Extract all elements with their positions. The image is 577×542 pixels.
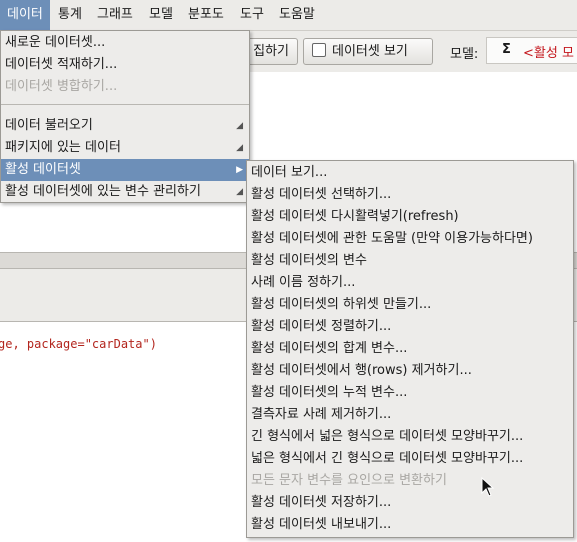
menu-separator: [1, 104, 249, 105]
magnifier-icon: [312, 43, 326, 57]
view-dataset-button[interactable]: 데이터셋 보기: [303, 38, 433, 65]
submenu-item-label: 데이터 보기...: [251, 165, 328, 180]
submenu-item-subset-dataset[interactable]: 활성 데이터셋의 하위셋 만들기...: [247, 294, 573, 316]
model-value: <활성 모: [523, 46, 574, 61]
menu-help[interactable]: 도움말: [272, 0, 322, 30]
submenu-item-label: 활성 데이터셋 내보내기...: [251, 517, 392, 532]
submenu-item-dataset-variables[interactable]: 활성 데이터셋의 변수: [247, 250, 573, 272]
submenu-item-set-case-names[interactable]: 사례 이름 정하기...: [247, 272, 573, 294]
menu-item-data-in-packages[interactable]: 패키지에 있는 데이터 ◢: [1, 137, 249, 159]
submenu-item-label: 활성 데이터셋 정렬하기...: [251, 319, 392, 334]
submenu-arrow-icon: ◢: [236, 187, 243, 197]
menu-item-load-dataset[interactable]: 데이터셋 적재하기...: [1, 54, 249, 76]
submenu-item-label: 넓은 형식에서 긴 형식으로 데이터셋 모양바꾸기...: [251, 451, 524, 466]
menu-models[interactable]: 모델: [142, 0, 180, 30]
edit-dataset-button-label: 집하기: [253, 44, 289, 59]
submenu-item-label: 활성 데이터셋의 누적 변수...: [251, 385, 408, 400]
submenu-item-label: 모든 문자 변수를 요인으로 변환하기: [251, 473, 447, 488]
mouse-pointer-icon: [481, 477, 495, 497]
submenu-item-label: 사례 이름 정하기...: [251, 275, 356, 290]
menu-item-import-data[interactable]: 데이터 불러오기 ◢: [1, 115, 249, 137]
submenu-item-label: 활성 데이터셋에서 행(rows) 제거하기...: [251, 363, 472, 378]
submenu-item-label: 활성 데이터셋의 합계 변수...: [251, 341, 408, 356]
submenu-arrow-icon: ◢: [236, 143, 243, 153]
menu-item-manage-variables[interactable]: 활성 데이터셋에 있는 변수 관리하기 ◢: [1, 181, 249, 203]
submenu-item-convert-character-to-factors: 모든 문자 변수를 요인으로 변환하기: [247, 470, 573, 492]
submenu-item-label: 활성 데이터셋 저장하기...: [251, 495, 392, 510]
submenu-item-sort-dataset[interactable]: 활성 데이터셋 정렬하기...: [247, 316, 573, 338]
submenu-item-reshape-wide-to-long[interactable]: 넓은 형식에서 긴 형식으로 데이터셋 모양바꾸기...: [247, 448, 573, 470]
menu-item-label: 데이터셋 병합하기...: [5, 79, 118, 94]
menu-graphs[interactable]: 그래프: [90, 0, 140, 30]
model-field[interactable]: Σ <활성 모: [486, 37, 577, 64]
menu-item-label: 활성 데이터셋에 있는 변수 관리하기: [5, 184, 201, 199]
menu-item-label: 새로운 데이터셋...: [5, 35, 106, 50]
submenu-item-remove-missing[interactable]: 결측자료 사례 제거하기...: [247, 404, 573, 426]
menu-item-label: 데이터 불러오기: [5, 118, 93, 133]
menu-statistics[interactable]: 통계: [51, 0, 89, 30]
active-dataset-submenu: 데이터 보기... 활성 데이터셋 선택하기... 활성 데이터셋 다시활력넣기…: [246, 160, 574, 538]
submenu-item-stack-variables[interactable]: 활성 데이터셋의 누적 변수...: [247, 382, 573, 404]
submenu-item-label: 결측자료 사례 제거하기...: [251, 407, 392, 422]
submenu-item-aggregate-variables[interactable]: 활성 데이터셋의 합계 변수...: [247, 338, 573, 360]
menu-item-label: 데이터셋 적재하기...: [5, 57, 118, 72]
submenu-arrow-icon: ▶: [236, 165, 243, 175]
submenu-item-view-data[interactable]: 데이터 보기...: [247, 162, 573, 184]
menu-item-active-dataset[interactable]: 활성 데이터셋 ▶: [1, 159, 249, 181]
submenu-item-label: 활성 데이터셋의 하위셋 만들기...: [251, 297, 432, 312]
submenu-item-label: 활성 데이터셋의 변수: [251, 253, 367, 268]
submenu-item-reshape-long-to-wide[interactable]: 긴 형식에서 넓은 형식으로 데이터셋 모양바꾸기...: [247, 426, 573, 448]
menu-bar: 데이터 통계 그래프 모델 분포도 도구 도움말: [0, 0, 577, 31]
menu-data[interactable]: 데이터: [0, 0, 50, 30]
menu-item-label: 활성 데이터셋: [5, 162, 81, 177]
submenu-item-label: 긴 형식에서 넓은 형식으로 데이터셋 모양바꾸기...: [251, 429, 524, 444]
menu-item-new-dataset[interactable]: 새로운 데이터셋...: [1, 32, 249, 54]
submenu-item-remove-rows[interactable]: 활성 데이터셋에서 행(rows) 제거하기...: [247, 360, 573, 382]
sigma-icon: Σ: [502, 42, 511, 57]
menu-item-label: 패키지에 있는 데이터: [5, 140, 121, 155]
view-dataset-button-label: 데이터셋 보기: [332, 44, 408, 59]
submenu-item-export-dataset[interactable]: 활성 데이터셋 내보내기...: [247, 514, 573, 536]
data-menu: 새로운 데이터셋... 데이터셋 적재하기... 데이터셋 병합하기... 데이…: [0, 30, 250, 203]
output-code-line: ge, package="carData"): [0, 337, 157, 351]
submenu-item-label: 활성 데이터셋 다시활력넣기(refresh): [251, 209, 459, 224]
submenu-item-label: 활성 데이터셋 선택하기...: [251, 187, 392, 202]
submenu-item-select-active-dataset[interactable]: 활성 데이터셋 선택하기...: [247, 184, 573, 206]
menu-distributions[interactable]: 분포도: [181, 0, 231, 30]
submenu-item-refresh-dataset[interactable]: 활성 데이터셋 다시활력넣기(refresh): [247, 206, 573, 228]
submenu-item-save-dataset[interactable]: 활성 데이터셋 저장하기...: [247, 492, 573, 514]
menu-tools[interactable]: 도구: [233, 0, 271, 30]
model-label: 모델:: [450, 47, 479, 62]
submenu-item-dataset-help[interactable]: 활성 데이터셋에 관한 도움말 (만약 이용가능하다면): [247, 228, 573, 250]
submenu-item-label: 활성 데이터셋에 관한 도움말 (만약 이용가능하다면): [251, 231, 533, 246]
submenu-arrow-icon: ◢: [236, 121, 243, 131]
menu-item-merge-datasets: 데이터셋 병합하기...: [1, 76, 249, 98]
